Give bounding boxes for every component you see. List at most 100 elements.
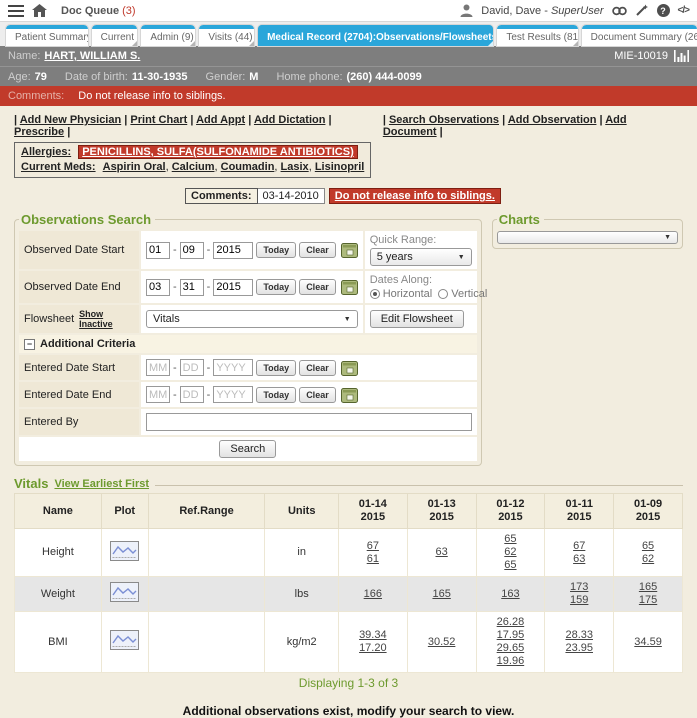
tab-test-results[interactable]: Test Results (81) <box>497 25 577 46</box>
charts-select[interactable]: ▼ <box>497 231 678 244</box>
med-link-aspirin-oral[interactable]: Aspirin Oral <box>103 161 166 173</box>
code-icon[interactable]: </> <box>678 5 689 16</box>
entered-start-year-input[interactable] <box>213 359 253 376</box>
allergy-value-link[interactable]: PENICILLINS, SULFA(SULFONAMIDE ANTIBIOTI… <box>78 145 358 159</box>
observed-end-day-input[interactable] <box>180 279 204 296</box>
observation-value-link[interactable]: 65 <box>479 559 543 572</box>
current-user[interactable]: David, Dave - SuperUser <box>481 5 603 17</box>
observed-end-month-input[interactable] <box>146 279 170 296</box>
observation-value-link[interactable]: 165 <box>616 581 680 594</box>
entered-end-day-input[interactable] <box>180 386 204 403</box>
entered-start-month-input[interactable] <box>146 359 170 376</box>
clear-button[interactable]: Clear <box>299 360 336 376</box>
med-link-calcium[interactable]: Calcium <box>172 161 215 173</box>
entered-end-month-input[interactable] <box>146 386 170 403</box>
observation-value-link[interactable]: 63 <box>547 553 611 566</box>
entered-end-year-input[interactable] <box>213 386 253 403</box>
quick-range-select[interactable]: 5 years ▼ <box>370 248 472 266</box>
current-meds-label[interactable]: Current Meds: <box>21 161 96 173</box>
today-button[interactable]: Today <box>256 360 296 376</box>
observed-start-month-input[interactable] <box>146 242 170 259</box>
observation-value-link[interactable]: 62 <box>616 553 680 566</box>
clear-button[interactable]: Clear <box>299 387 336 403</box>
observation-value-link[interactable]: 173 <box>547 581 611 594</box>
plot-thumbnail-icon[interactable] <box>110 582 139 602</box>
link-add-appt[interactable]: Add Appt <box>196 114 245 126</box>
calendar-icon[interactable] <box>341 387 358 403</box>
dates-along-vertical-radio[interactable] <box>438 289 448 299</box>
plot-thumbnail-icon[interactable] <box>110 541 139 561</box>
chart-comments-note-link[interactable]: Do not release info to siblings. <box>329 188 501 204</box>
observation-value-link[interactable]: 67 <box>547 540 611 553</box>
observation-value-link[interactable]: 23.95 <box>547 642 611 655</box>
med-link-lasix[interactable]: Lasix <box>281 161 309 173</box>
today-button[interactable]: Today <box>256 242 296 258</box>
allergies-label[interactable]: Allergies: <box>21 146 71 158</box>
help-icon[interactable]: ? <box>657 4 670 17</box>
entered-by-input[interactable] <box>146 413 472 431</box>
today-button[interactable]: Today <box>256 387 296 403</box>
observation-value-link[interactable]: 62 <box>479 546 543 559</box>
tab-medical-record[interactable]: Medical Record (2704):Observations/Flows… <box>258 25 493 46</box>
observation-value-link[interactable]: 30.52 <box>410 636 474 649</box>
observation-value-link[interactable]: 28.33 <box>547 629 611 642</box>
tab-patient-summary[interactable]: Patient Summary <box>6 25 88 46</box>
observation-value-link[interactable]: 63 <box>410 546 474 559</box>
doc-queue-link[interactable]: Doc Queue (3) <box>61 5 136 17</box>
plot-thumbnail-icon[interactable] <box>110 630 139 650</box>
patient-name-link[interactable]: HART, WILLIAM S. <box>44 50 140 62</box>
link-add-observation[interactable]: Add Observation <box>508 114 597 126</box>
collapse-icon[interactable]: − <box>24 339 35 350</box>
observation-value-link[interactable]: 159 <box>547 594 611 607</box>
link-add-new-physician[interactable]: Add New Physician <box>20 114 121 126</box>
observation-value-link[interactable]: 26.28 <box>479 616 543 629</box>
link-search-observations[interactable]: Search Observations <box>389 114 499 126</box>
edit-flowsheet-button[interactable]: Edit Flowsheet <box>370 310 464 328</box>
observation-value-link[interactable]: 39.34 <box>341 629 405 642</box>
tab-admin[interactable]: Admin (9) <box>141 25 195 46</box>
dates-along-horizontal-radio[interactable] <box>370 289 380 299</box>
observation-value-link[interactable]: 67 <box>341 540 405 553</box>
home-icon[interactable] <box>32 4 47 17</box>
med-link-coumadin[interactable]: Coumadin <box>221 161 275 173</box>
observed-end-year-input[interactable] <box>213 279 253 296</box>
wand-icon[interactable] <box>635 4 649 17</box>
observation-value-link[interactable]: 17.20 <box>341 642 405 655</box>
observed-start-day-input[interactable] <box>180 242 204 259</box>
calendar-icon[interactable] <box>341 242 358 258</box>
name-label: Name: <box>8 50 40 62</box>
link-chain-icon[interactable] <box>612 5 627 17</box>
calendar-icon[interactable] <box>341 279 358 295</box>
units-value: lbs <box>265 577 338 612</box>
clear-button[interactable]: Clear <box>299 242 336 258</box>
med-link-lisinopril[interactable]: Lisinopril <box>315 161 365 173</box>
entered-start-day-input[interactable] <box>180 359 204 376</box>
search-button[interactable]: Search <box>219 440 276 458</box>
observation-value-link[interactable]: 175 <box>616 594 680 607</box>
observed-start-year-input[interactable] <box>213 242 253 259</box>
menu-icon[interactable] <box>8 5 24 17</box>
observation-value-link[interactable]: 65 <box>479 533 543 546</box>
observation-value-link[interactable]: 34.59 <box>616 636 680 649</box>
entered-date-end-label: Entered Date End <box>19 382 139 407</box>
observation-value-link[interactable]: 29.65 <box>479 642 543 655</box>
tab-current[interactable]: Current <box>92 25 138 46</box>
flowsheet-select[interactable]: Vitals ▼ <box>146 310 358 328</box>
chevron-down-icon: ▼ <box>344 316 351 323</box>
link-print-chart[interactable]: Print Chart <box>130 114 187 126</box>
column-header-date: 01-132015 <box>407 494 476 529</box>
observation-value-link[interactable]: 19.96 <box>479 655 543 668</box>
show-inactive-link[interactable]: Show Inactive <box>79 309 134 329</box>
observation-value-link[interactable]: 61 <box>341 553 405 566</box>
observation-value-link[interactable]: 17.95 <box>479 629 543 642</box>
view-earliest-first-link[interactable]: View Earliest First <box>54 478 149 490</box>
clear-button[interactable]: Clear <box>299 279 336 295</box>
observation-value-link[interactable]: 65 <box>616 540 680 553</box>
tab-visits[interactable]: Visits (44) <box>199 25 254 46</box>
link-add-dictation[interactable]: Add Dictation <box>254 114 326 126</box>
calendar-icon[interactable] <box>341 360 358 376</box>
chart-icon[interactable] <box>674 50 689 62</box>
tab-document-summary[interactable]: Document Summary (267) <box>582 25 697 46</box>
today-button[interactable]: Today <box>256 279 296 295</box>
link-prescribe[interactable]: Prescribe <box>14 126 64 138</box>
